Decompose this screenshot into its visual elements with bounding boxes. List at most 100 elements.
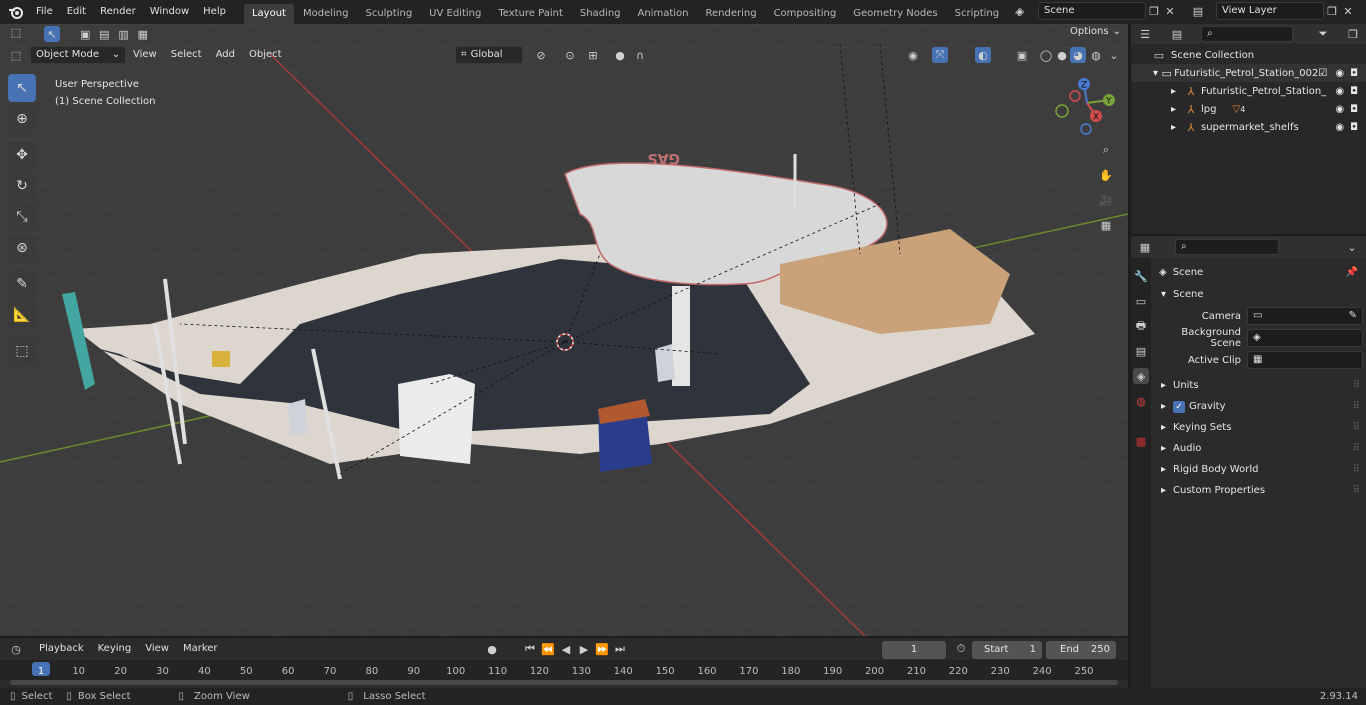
render-properties-icon[interactable]: ▭ [1133,293,1149,309]
tab-modeling[interactable]: Modeling [295,4,357,24]
editor-type-top-icon[interactable]: ⬚ [8,24,24,40]
camera-view-icon[interactable]: 🎥 [1098,192,1114,208]
mode-dropdown[interactable]: Object Mode ⌄ [30,46,126,64]
active-clip-field[interactable]: ▦ [1247,351,1363,369]
viewport-menu-object[interactable]: Object [242,43,289,67]
delete-scene-icon[interactable]: ✕ [1162,3,1178,19]
properties-search-input[interactable]: ⌕ [1175,239,1279,255]
menu-render[interactable]: Render [93,0,143,24]
filter-icon[interactable]: ⏷ [1315,26,1331,42]
current-frame-field[interactable]: 1 [882,641,946,659]
drag-handle-icon[interactable]: ⠿ [1353,485,1360,496]
jump-prev-keyframe-icon[interactable]: ⏪ [540,641,556,657]
pivot-icon[interactable]: ⊘ [533,47,549,63]
timeline-scrollbar[interactable] [10,680,1118,685]
measure-tool[interactable]: 📐 [8,301,36,329]
visibility-icon[interactable]: ◉ [905,47,921,63]
gravity-panel-header[interactable]: ▸ ✓ Gravity ⠿ [1153,396,1366,417]
rendered-shading-icon[interactable]: ◍ [1088,47,1104,63]
world-properties-icon[interactable]: ◍ [1133,393,1149,409]
shading-options-icon[interactable]: ⌄ [1106,47,1122,63]
scene-panel-header[interactable]: ▾ Scene [1153,284,1366,305]
eye-icon[interactable]: ◉ [1335,86,1344,97]
scale-tool[interactable]: ⤡ [8,203,36,231]
select-extend-icon[interactable]: ▤ [96,26,112,42]
navigation-gizmo[interactable]: Y Z X [1052,76,1122,138]
timeline-menu-keying[interactable]: Keying [91,637,139,661]
audio-panel-header[interactable]: ▸ Audio ⠿ [1153,438,1366,459]
outliner-item[interactable]: ▸ ⅄ supermarket_shelfs ◉ ◘ [1131,118,1366,136]
3d-viewport[interactable]: GAS [0,24,1128,636]
viewport-menu-select[interactable]: Select [164,43,209,67]
keying-sets-panel-header[interactable]: ▸ Keying Sets ⠿ [1153,417,1366,438]
view-layer-name-field[interactable]: View Layer [1216,2,1324,20]
tab-layout[interactable]: Layout [243,4,294,24]
outliner-item[interactable]: ▸ ⅄ Futuristic_Petrol_Station_ ◉ ◘ [1131,82,1366,100]
material-shading-icon[interactable]: ◕ [1070,47,1086,63]
tab-texture-paint[interactable]: Texture Paint [490,4,571,24]
play-icon[interactable]: ▶ [576,641,592,657]
timeline-menu-view[interactable]: View [138,637,176,661]
timeline-menu-marker[interactable]: Marker [176,637,225,661]
expand-arrow-icon[interactable]: ▸ [1171,104,1183,115]
gizmo-icon[interactable]: ⤧ [932,47,948,63]
drag-handle-icon[interactable]: ⠿ [1353,464,1360,475]
falloff-icon[interactable]: ∩ [632,47,648,63]
texture-properties-icon[interactable]: ▩ [1133,433,1149,449]
transform-tool[interactable]: ⊛ [8,234,36,262]
scene-name-field[interactable]: Scene [1038,2,1146,20]
include-checkbox-icon[interactable]: ☑ [1318,68,1327,79]
outliner-item[interactable]: ▾ ▭ Futuristic_Petrol_Station_002 ☑ ◉ ◘ [1131,64,1366,82]
expand-arrow-icon[interactable]: ▸ [1171,86,1183,97]
new-collection-icon[interactable]: ❐ [1345,26,1361,42]
camera-field[interactable]: ▭ ✎ [1247,307,1363,325]
auto-keying-icon[interactable]: ● [484,641,500,657]
jump-to-start-icon[interactable]: ⏮ [522,641,538,657]
jump-to-end-icon[interactable]: ⏭ [612,641,628,657]
background-scene-field[interactable]: ◈ [1247,329,1363,347]
tab-compositing[interactable]: Compositing [766,4,845,24]
tab-uv-editing[interactable]: UV Editing [421,4,489,24]
timeline-menu-playback[interactable]: Playback [32,637,91,661]
move-tool[interactable]: ✥ [8,141,36,169]
editor-type-icon[interactable]: ⬚ [8,47,24,63]
outliner-display-mode-icon[interactable]: ▤ [1169,26,1185,42]
drag-handle-icon[interactable]: ⠿ [1353,380,1360,391]
play-reverse-icon[interactable]: ◀ [558,641,574,657]
gravity-checkbox[interactable]: ✓ [1173,400,1185,413]
jump-next-keyframe-icon[interactable]: ⏩ [594,641,610,657]
annotate-tool[interactable]: ✎ [8,270,36,298]
outliner-scene-collection[interactable]: ▭ Scene Collection [1131,46,1366,64]
select-tool-icon[interactable]: ↖ [44,26,60,42]
cursor-tool[interactable]: ⊕ [8,105,36,133]
tab-sculpting[interactable]: Sculpting [357,4,420,24]
delete-view-layer-icon[interactable]: ✕ [1340,3,1356,19]
pan-hand-icon[interactable]: ✋ [1098,167,1114,183]
eye-icon[interactable]: ◉ [1335,104,1344,115]
options-dropdown[interactable]: Options ⌄ [1070,26,1121,37]
eyedropper-icon[interactable]: ✎ [1349,308,1357,324]
timeline-editor-icon[interactable]: ◷ [8,641,24,657]
tab-shading[interactable]: Shading [572,4,629,24]
menu-help[interactable]: Help [196,0,233,24]
transform-orientation-dropdown[interactable]: ⌗ Global [455,46,523,64]
camera-render-icon[interactable]: ◘ [1350,122,1358,133]
menu-file[interactable]: File [29,0,60,24]
solid-shading-icon[interactable]: ● [1054,47,1070,63]
tab-rendering[interactable]: Rendering [697,4,764,24]
rotate-tool[interactable]: ↻ [8,172,36,200]
drag-handle-icon[interactable]: ⠿ [1353,422,1360,433]
tab-animation[interactable]: Animation [630,4,697,24]
camera-render-icon[interactable]: ◘ [1350,68,1358,79]
view-layer-icon[interactable]: ▤ [1190,3,1206,19]
tab-geometry-nodes[interactable]: Geometry Nodes [845,4,945,24]
tool-settings-icon[interactable]: 🔧 [1133,268,1149,284]
new-scene-icon[interactable]: ❐ [1146,3,1162,19]
viewport-menu-view[interactable]: View [126,43,164,67]
overlays-icon[interactable]: ◐ [975,47,991,63]
eye-icon[interactable]: ◉ [1335,68,1344,79]
snap-icon[interactable]: ⊙ [562,47,578,63]
blender-logo-icon[interactable] [7,4,25,20]
camera-render-icon[interactable]: ◘ [1350,104,1358,115]
menu-edit[interactable]: Edit [60,0,93,24]
